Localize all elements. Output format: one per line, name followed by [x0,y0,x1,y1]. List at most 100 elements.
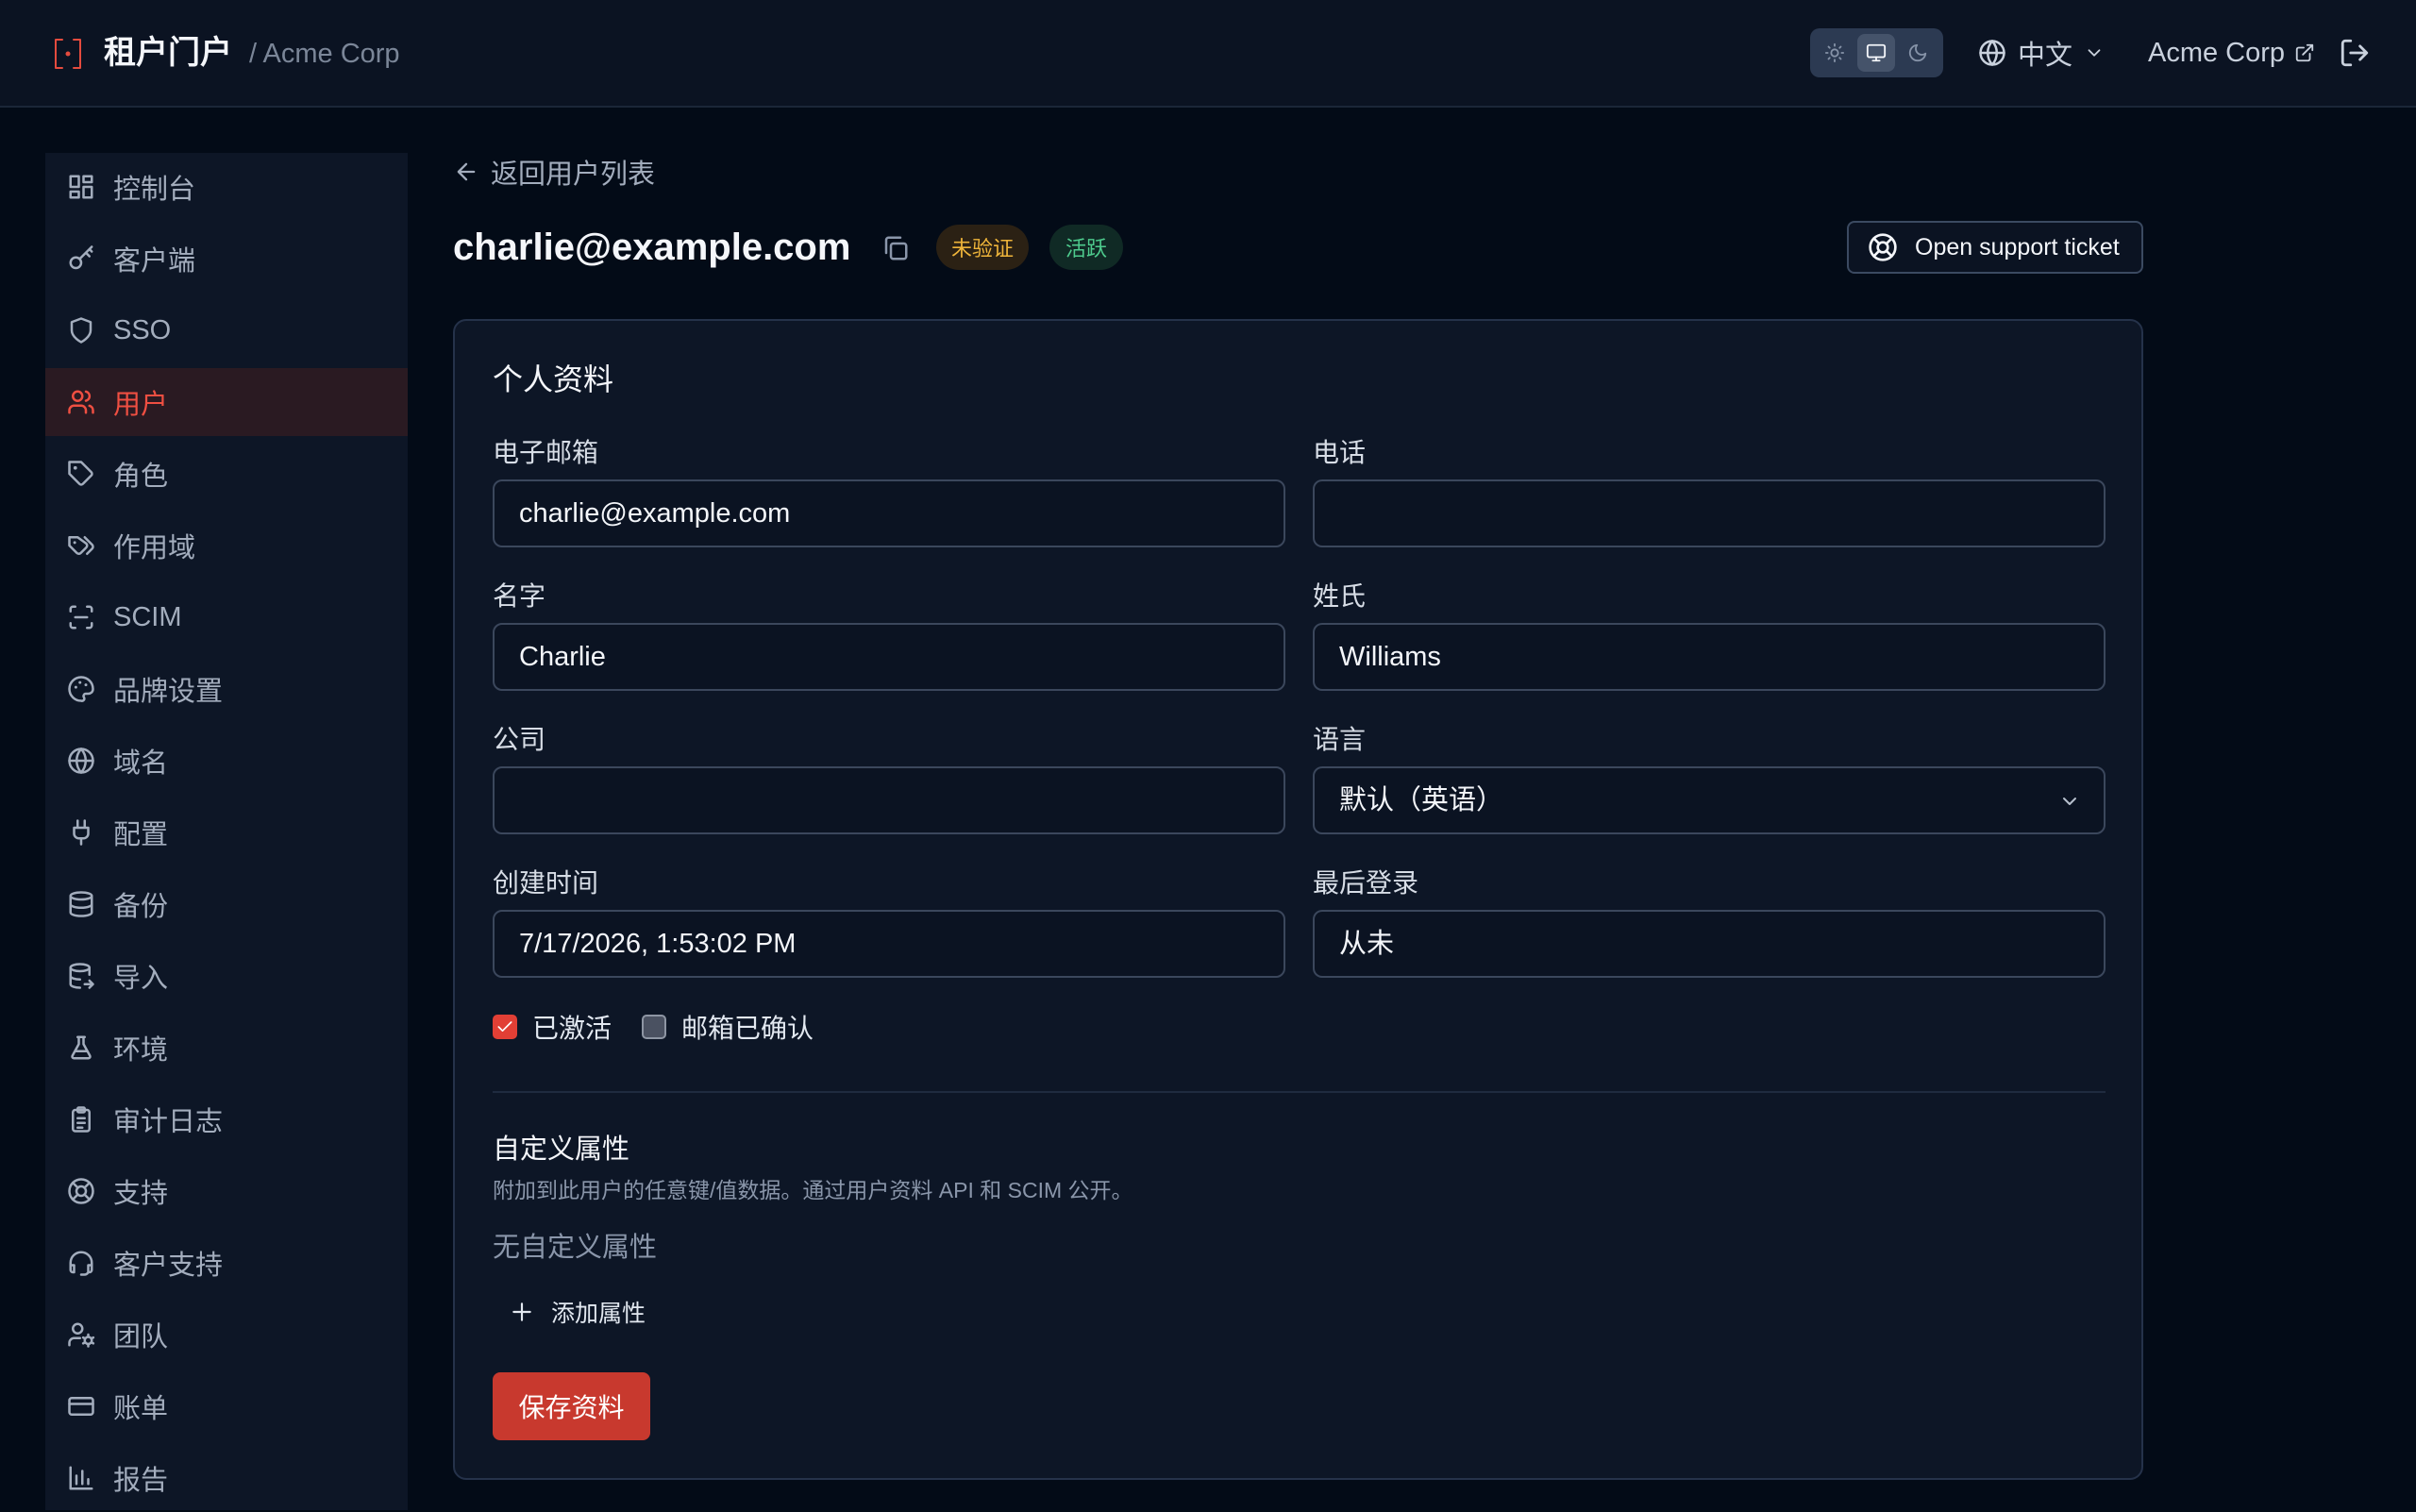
sidebar-item-customer-support[interactable]: 客户支持 [45,1229,408,1297]
sidebar-item-import[interactable]: 导入 [45,942,408,1010]
support-button-label: Open support ticket [1915,233,2120,260]
last-name-field[interactable]: Williams [1313,623,2106,691]
language-label: 语言 [1313,725,1367,754]
copy-icon [884,236,908,260]
phone-label: 电话 [1313,438,1367,467]
plus-icon [512,1302,531,1321]
sidebar-item-label: 用户 [113,390,169,420]
sidebar-item-support[interactable]: 支持 [45,1157,408,1225]
sidebar-item-backup[interactable]: 备份 [45,870,408,938]
created-at-label: 创建时间 [493,868,599,898]
database-import-icon [69,963,94,989]
custom-attributes-empty: 无自定义属性 [493,1233,658,1263]
sidebar-item-users[interactable]: 用户 [45,368,408,436]
dashboard-icon [69,175,93,199]
sidebar-item-label: 域名 [113,748,169,779]
sidebar-item-scim[interactable]: SCIM [45,583,408,651]
monitor-icon [1866,43,1887,62]
sidebar-item-roles[interactable]: 角色 [45,440,408,508]
sidebar-item-sso[interactable]: SSO [45,296,408,364]
checkbox-unchecked[interactable] [642,1015,666,1039]
lifebuoy-icon [1869,233,1897,261]
clipboard-icon [72,1106,91,1133]
sidebar-item-config[interactable]: 配置 [45,798,408,866]
language-select-value: 默认（英语） [1339,785,1504,815]
globe-icon [68,748,94,774]
sidebar-item-billing[interactable]: 账单 [45,1372,408,1440]
chevron-down-icon [2088,49,2101,57]
scan-icon [69,605,93,630]
add-attribute-button[interactable]: 添加属性 [510,1293,646,1331]
external-link-icon [2295,43,2314,62]
sidebar-item-label: 账单 [113,1394,169,1424]
theme-switcher [1810,28,1943,77]
logout-button[interactable] [2339,37,2371,69]
save-profile-button[interactable]: 保存资料 [493,1372,650,1440]
email-field[interactable]: charlie@example.com [493,479,1285,547]
key-icon [69,245,93,270]
phone-field[interactable] [1313,479,2106,547]
sidebar-item-branding[interactable]: 品牌设置 [45,655,408,723]
first-name-field[interactable]: Charlie [493,623,1285,691]
flask-icon [71,1035,92,1060]
sidebar-item-dashboard[interactable]: 控制台 [45,153,408,221]
org-breadcrumb: / Acme Corp [249,39,400,69]
logout-icon [2340,39,2369,67]
open-support-ticket-button[interactable]: Open support ticket [1847,221,2143,274]
user-cog-icon [68,1322,95,1348]
bracket-dot-logo-icon [53,37,83,71]
sidebar-item-label: 配置 [113,820,169,850]
sidebar-item-label: 导入 [113,964,169,994]
last-login-field: 从未 [1313,910,2106,978]
page-title: charlie@example.com [453,227,851,268]
custom-attributes-title: 自定义属性 [493,1134,630,1165]
sidebar-item-clients[interactable]: 客户端 [45,225,408,293]
last-login-label: 最后登录 [1313,868,1419,898]
profile-section-title: 个人资料 [493,362,614,396]
unverified-badge: 未验证 [936,225,1029,270]
top-bar: 租户门户 / Acme Corp 中文 Acme Corp [0,0,2416,108]
sidebar-item-scopes[interactable]: 作用域 [45,512,408,580]
org-link-label: Acme Corp [2148,37,2286,68]
created-at-field: 7/17/2026, 1:53:02 PM [493,910,1285,978]
copy-button[interactable] [881,234,910,262]
sidebar-item-label: 控制台 [113,175,196,205]
theme-system-button[interactable] [1857,34,1895,72]
sidebar-item-label: 品牌设置 [113,677,224,707]
sidebar-item-audit-log[interactable]: 审计日志 [45,1085,408,1153]
lifebuoy-icon [68,1178,94,1204]
back-to-users-link[interactable]: 返回用户列表 [453,153,655,191]
language-selector[interactable]: 中文 [1978,34,2105,72]
sidebar-item-team[interactable]: 团队 [45,1301,408,1369]
sidebar-item-label: 备份 [113,892,169,922]
sidebar-item-domains[interactable]: 域名 [45,727,408,795]
company-field[interactable] [493,766,1285,834]
email-confirmed-label: 邮箱已确认 [681,1014,814,1043]
first-name-label: 名字 [493,581,546,611]
org-external-link[interactable]: Acme Corp [2148,34,2315,72]
moon-icon [1908,43,1927,62]
tag-icon [68,461,93,486]
sidebar-item-label: SCIM [113,601,182,632]
users-icon [68,390,94,414]
profile-card: 个人资料 电子邮箱 charlie@example.com 电话 名字 Char… [453,319,2143,1480]
headset-icon [69,1251,93,1276]
check-icon [497,1021,512,1032]
sidebar-item-label: SSO [113,314,172,345]
activated-checkbox[interactable]: 已激活 [493,1010,612,1044]
sidebar-item-reports[interactable]: 报告 [45,1444,408,1512]
language-select[interactable]: 默认（英语） [1313,766,2106,834]
sidebar-item-environment[interactable]: 环境 [45,1014,408,1082]
sidebar: 控制台 客户端 SSO 用户 角色 作用域 SCIM 品牌设置 域名 配置 备份 [45,153,408,1510]
activated-label: 已激活 [532,1014,612,1043]
email-label: 电子邮箱 [493,438,599,467]
sidebar-item-label: 报告 [113,1466,169,1496]
globe-icon [1979,40,2005,66]
sidebar-item-label: 环境 [113,1035,169,1066]
theme-light-button[interactable] [1816,34,1854,72]
theme-dark-button[interactable] [1899,34,1937,72]
checkbox-checked[interactable] [493,1015,517,1039]
back-link-label: 返回用户列表 [491,160,656,190]
email-confirmed-checkbox[interactable]: 邮箱已确认 [642,1010,814,1044]
tags-icon [68,536,94,555]
